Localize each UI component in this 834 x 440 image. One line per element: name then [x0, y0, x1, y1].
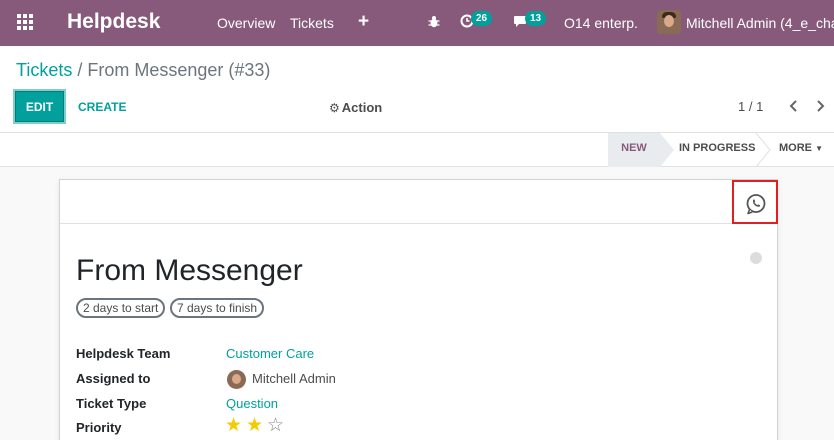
sla-tag: 7 days to finish — [170, 298, 265, 318]
status-bar: NEW IN PROGRESS MORE ▼ — [0, 133, 834, 167]
breadcrumb-separator: / — [77, 60, 83, 80]
field-label-priority: Priority — [76, 420, 122, 435]
field-label-type: Ticket Type — [76, 396, 147, 411]
pager-next-icon[interactable] — [814, 96, 828, 116]
company-switcher[interactable]: O14 enterp. — [564, 15, 638, 31]
form-sheet: From Messenger 2 days to start 7 days to… — [59, 179, 778, 440]
priority-star-empty-icon[interactable]: ☆ — [267, 416, 284, 435]
top-navbar: Helpdesk Overview Tickets + 26 13 O14 en… — [0, 0, 834, 46]
priority-star-icon[interactable]: ★ — [246, 416, 263, 435]
user-avatar[interactable] — [657, 10, 681, 34]
control-panel: Tickets / From Messenger (#33) EDIT CREATE… — [0, 46, 834, 133]
edit-button[interactable]: EDIT — [15, 91, 64, 122]
sla-tag: 2 days to start — [76, 298, 166, 318]
nav-overview[interactable]: Overview — [217, 15, 275, 31]
pager-value[interactable]: 1 / 1 — [738, 99, 763, 114]
breadcrumb: Tickets / From Messenger (#33) — [16, 60, 270, 81]
plus-icon[interactable]: + — [358, 11, 369, 33]
gear-icon: ⚙ — [329, 101, 340, 115]
action-menu-button[interactable]: ⚙ Action — [329, 100, 382, 115]
field-label-team: Helpdesk Team — [76, 346, 171, 361]
user-menu[interactable]: Mitchell Admin (4_e_chat) — [686, 15, 834, 31]
activity-badge: 26 — [471, 11, 493, 26]
whatsapp-button[interactable] — [732, 180, 778, 224]
messages-badge: 13 — [525, 11, 547, 26]
form-button-box — [60, 180, 778, 224]
field-value-assigned[interactable]: Mitchell Admin — [252, 371, 336, 386]
nav-tickets[interactable]: Tickets — [290, 15, 334, 31]
bug-icon[interactable] — [428, 15, 440, 28]
ticket-title: From Messenger — [76, 254, 303, 287]
caret-down-icon: ▼ — [815, 144, 823, 153]
stage-more-button[interactable]: MORE ▼ — [779, 133, 823, 166]
whatsapp-icon — [746, 194, 766, 215]
field-value-type[interactable]: Question — [226, 396, 278, 411]
stage-new[interactable]: NEW — [609, 133, 659, 166]
breadcrumb-current: From Messenger (#33) — [87, 60, 271, 80]
priority-star-icon[interactable]: ★ — [225, 416, 242, 435]
create-button[interactable]: CREATE — [78, 100, 126, 114]
action-label: Action — [341, 100, 383, 115]
field-label-assigned: Assigned to — [76, 371, 151, 386]
breadcrumb-tickets[interactable]: Tickets — [16, 60, 72, 80]
pager-previous-icon[interactable] — [786, 96, 800, 116]
stage-more-label: MORE — [779, 142, 812, 154]
assignee-avatar — [227, 370, 246, 389]
stage-in-progress[interactable]: IN PROGRESS — [679, 133, 755, 166]
apps-menu-icon[interactable] — [17, 14, 33, 30]
field-value-team[interactable]: Customer Care — [226, 346, 314, 361]
kanban-state-indicator[interactable] — [750, 252, 762, 264]
app-brand[interactable]: Helpdesk — [67, 10, 160, 34]
